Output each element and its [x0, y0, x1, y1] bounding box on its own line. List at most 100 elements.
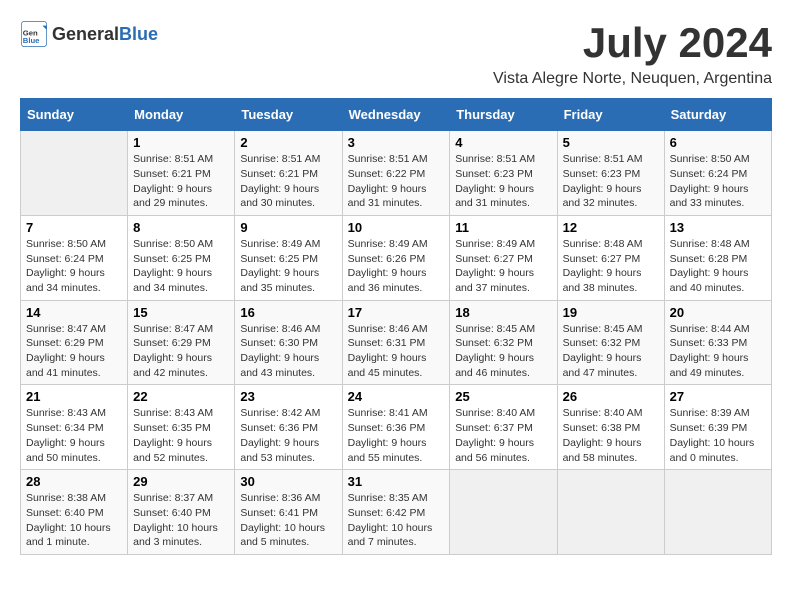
- col-header-thursday: Thursday: [450, 99, 557, 131]
- calendar-cell: 11Sunrise: 8:49 AMSunset: 6:27 PMDayligh…: [450, 215, 557, 300]
- cell-info: Sunrise: 8:46 AMSunset: 6:30 PMDaylight:…: [240, 322, 336, 381]
- day-number: 4: [455, 135, 551, 150]
- calendar-cell: 16 Sunrise: 8:46 AMSunset: 6:30 PMDayligh…: [235, 300, 342, 385]
- calendar-cell: [450, 470, 557, 555]
- cell-info: Sunrise: 8:51 AMSunset: 6:23 PMDaylight:…: [563, 152, 659, 211]
- cell-info: Sunrise: 8:50 AMSunset: 6:24 PMDaylight:…: [26, 237, 122, 296]
- calendar-cell: 25Sunrise: 8:40 AMSunset: 6:37 PMDayligh…: [450, 385, 557, 470]
- day-number: 16: [240, 305, 336, 320]
- calendar-cell: 7 Sunrise: 8:50 AMSunset: 6:24 PMDaylight…: [21, 215, 128, 300]
- day-number: 13: [670, 220, 766, 235]
- svg-text:Blue: Blue: [23, 36, 40, 45]
- calendar-week-5: 28 Sunrise: 8:38 AMSunset: 6:40 PMDayligh…: [21, 470, 772, 555]
- calendar-cell: 29 Sunrise: 8:37 AMSunset: 6:40 PMDayligh…: [128, 470, 235, 555]
- calendar-cell: 19Sunrise: 8:45 AMSunset: 6:32 PMDayligh…: [557, 300, 664, 385]
- day-number: 15: [133, 305, 229, 320]
- day-number: 12: [563, 220, 659, 235]
- cell-info: Sunrise: 8:41 AMSunset: 6:36 PMDaylight:…: [348, 406, 445, 465]
- location-subtitle: Vista Alegre Norte, Neuquen, Argentina: [493, 70, 772, 88]
- day-number: 3: [348, 135, 445, 150]
- day-number: 18: [455, 305, 551, 320]
- calendar-cell: 30 Sunrise: 8:36 AMSunset: 6:41 PMDayligh…: [235, 470, 342, 555]
- col-header-tuesday: Tuesday: [235, 99, 342, 131]
- calendar-cell: 4 Sunrise: 8:51 AMSunset: 6:23 PMDaylight…: [450, 131, 557, 216]
- cell-info: Sunrise: 8:48 AMSunset: 6:28 PMDaylight:…: [670, 237, 766, 296]
- cell-info: Sunrise: 8:47 AMSunset: 6:29 PMDaylight:…: [26, 322, 122, 381]
- day-number: 22: [133, 389, 229, 404]
- calendar-cell: [557, 470, 664, 555]
- title-area: July 2024 Vista Alegre Norte, Neuquen, A…: [493, 20, 772, 88]
- calendar-cell: 21Sunrise: 8:43 AMSunset: 6:34 PMDayligh…: [21, 385, 128, 470]
- col-header-saturday: Saturday: [664, 99, 771, 131]
- cell-info: Sunrise: 8:36 AMSunset: 6:41 PMDaylight:…: [240, 491, 336, 550]
- cell-info: Sunrise: 8:39 AMSunset: 6:39 PMDaylight:…: [670, 406, 766, 465]
- day-number: 29: [133, 474, 229, 489]
- day-number: 8: [133, 220, 229, 235]
- calendar-table: SundayMondayTuesdayWednesdayThursdayFrid…: [20, 98, 772, 555]
- calendar-cell: 26Sunrise: 8:40 AMSunset: 6:38 PMDayligh…: [557, 385, 664, 470]
- calendar-week-1: 1 Sunrise: 8:51 AMSunset: 6:21 PMDaylight…: [21, 131, 772, 216]
- calendar-cell: 14 Sunrise: 8:47 AMSunset: 6:29 PMDayligh…: [21, 300, 128, 385]
- day-number: 9: [240, 220, 336, 235]
- calendar-cell: 12 Sunrise: 8:48 AMSunset: 6:27 PMDayligh…: [557, 215, 664, 300]
- cell-info: Sunrise: 8:51 AMSunset: 6:22 PMDaylight:…: [348, 152, 445, 211]
- logo-text-general: General: [52, 24, 119, 44]
- cell-info: Sunrise: 8:49 AMSunset: 6:25 PMDaylight:…: [240, 237, 336, 296]
- calendar-cell: 13 Sunrise: 8:48 AMSunset: 6:28 PMDayligh…: [664, 215, 771, 300]
- cell-info: Sunrise: 8:50 AMSunset: 6:24 PMDaylight:…: [670, 152, 766, 211]
- day-number: 24: [348, 389, 445, 404]
- cell-info: Sunrise: 8:43 AMSunset: 6:35 PMDaylight:…: [133, 406, 229, 465]
- day-number: 14: [26, 305, 122, 320]
- day-number: 11: [455, 220, 551, 235]
- day-number: 19: [563, 305, 659, 320]
- day-number: 31: [348, 474, 445, 489]
- logo-text-blue: Blue: [119, 24, 158, 44]
- calendar-cell: 22 Sunrise: 8:43 AMSunset: 6:35 PMDayligh…: [128, 385, 235, 470]
- cell-info: Sunrise: 8:38 AMSunset: 6:40 PMDaylight:…: [26, 491, 122, 550]
- day-number: 7: [26, 220, 122, 235]
- calendar-week-4: 21Sunrise: 8:43 AMSunset: 6:34 PMDayligh…: [21, 385, 772, 470]
- cell-info: Sunrise: 8:37 AMSunset: 6:40 PMDaylight:…: [133, 491, 229, 550]
- calendar-cell: 28 Sunrise: 8:38 AMSunset: 6:40 PMDayligh…: [21, 470, 128, 555]
- calendar-cell: 15Sunrise: 8:47 AMSunset: 6:29 PMDayligh…: [128, 300, 235, 385]
- calendar-cell: 23Sunrise: 8:42 AMSunset: 6:36 PMDayligh…: [235, 385, 342, 470]
- day-number: 1: [133, 135, 229, 150]
- cell-info: Sunrise: 8:44 AMSunset: 6:33 PMDaylight:…: [670, 322, 766, 381]
- logo: Gen Blue GeneralBlue: [20, 20, 158, 48]
- day-number: 20: [670, 305, 766, 320]
- day-number: 2: [240, 135, 336, 150]
- month-year-title: July 2024: [493, 20, 772, 66]
- calendar-cell: 24 Sunrise: 8:41 AMSunset: 6:36 PMDayligh…: [342, 385, 450, 470]
- cell-info: Sunrise: 8:48 AMSunset: 6:27 PMDaylight:…: [563, 237, 659, 296]
- day-number: 21: [26, 389, 122, 404]
- day-number: 17: [348, 305, 445, 320]
- cell-info: Sunrise: 8:51 AMSunset: 6:23 PMDaylight:…: [455, 152, 551, 211]
- cell-info: Sunrise: 8:35 AMSunset: 6:42 PMDaylight:…: [348, 491, 445, 550]
- calendar-cell: 18 Sunrise: 8:45 AMSunset: 6:32 PMDayligh…: [450, 300, 557, 385]
- cell-info: Sunrise: 8:40 AMSunset: 6:37 PMDaylight:…: [455, 406, 551, 465]
- day-number: 6: [670, 135, 766, 150]
- logo-icon: Gen Blue: [20, 20, 48, 48]
- calendar-cell: 5 Sunrise: 8:51 AMSunset: 6:23 PMDaylight…: [557, 131, 664, 216]
- cell-info: Sunrise: 8:46 AMSunset: 6:31 PMDaylight:…: [348, 322, 445, 381]
- cell-info: Sunrise: 8:45 AMSunset: 6:32 PMDaylight:…: [455, 322, 551, 381]
- calendar-header-row: SundayMondayTuesdayWednesdayThursdayFrid…: [21, 99, 772, 131]
- col-header-wednesday: Wednesday: [342, 99, 450, 131]
- day-number: 28: [26, 474, 122, 489]
- calendar-cell: 9 Sunrise: 8:49 AMSunset: 6:25 PMDaylight…: [235, 215, 342, 300]
- calendar-cell: 3 Sunrise: 8:51 AMSunset: 6:22 PMDaylight…: [342, 131, 450, 216]
- calendar-cell: 31 Sunrise: 8:35 AMSunset: 6:42 PMDayligh…: [342, 470, 450, 555]
- day-number: 30: [240, 474, 336, 489]
- cell-info: Sunrise: 8:51 AMSunset: 6:21 PMDaylight:…: [240, 152, 336, 211]
- col-header-sunday: Sunday: [21, 99, 128, 131]
- calendar-cell: [664, 470, 771, 555]
- calendar-cell: 1 Sunrise: 8:51 AMSunset: 6:21 PMDaylight…: [128, 131, 235, 216]
- calendar-week-2: 7 Sunrise: 8:50 AMSunset: 6:24 PMDaylight…: [21, 215, 772, 300]
- day-number: 5: [563, 135, 659, 150]
- calendar-cell: 20 Sunrise: 8:44 AMSunset: 6:33 PMDayligh…: [664, 300, 771, 385]
- calendar-cell: [21, 131, 128, 216]
- cell-info: Sunrise: 8:42 AMSunset: 6:36 PMDaylight:…: [240, 406, 336, 465]
- col-header-friday: Friday: [557, 99, 664, 131]
- cell-info: Sunrise: 8:40 AMSunset: 6:38 PMDaylight:…: [563, 406, 659, 465]
- cell-info: Sunrise: 8:51 AMSunset: 6:21 PMDaylight:…: [133, 152, 229, 211]
